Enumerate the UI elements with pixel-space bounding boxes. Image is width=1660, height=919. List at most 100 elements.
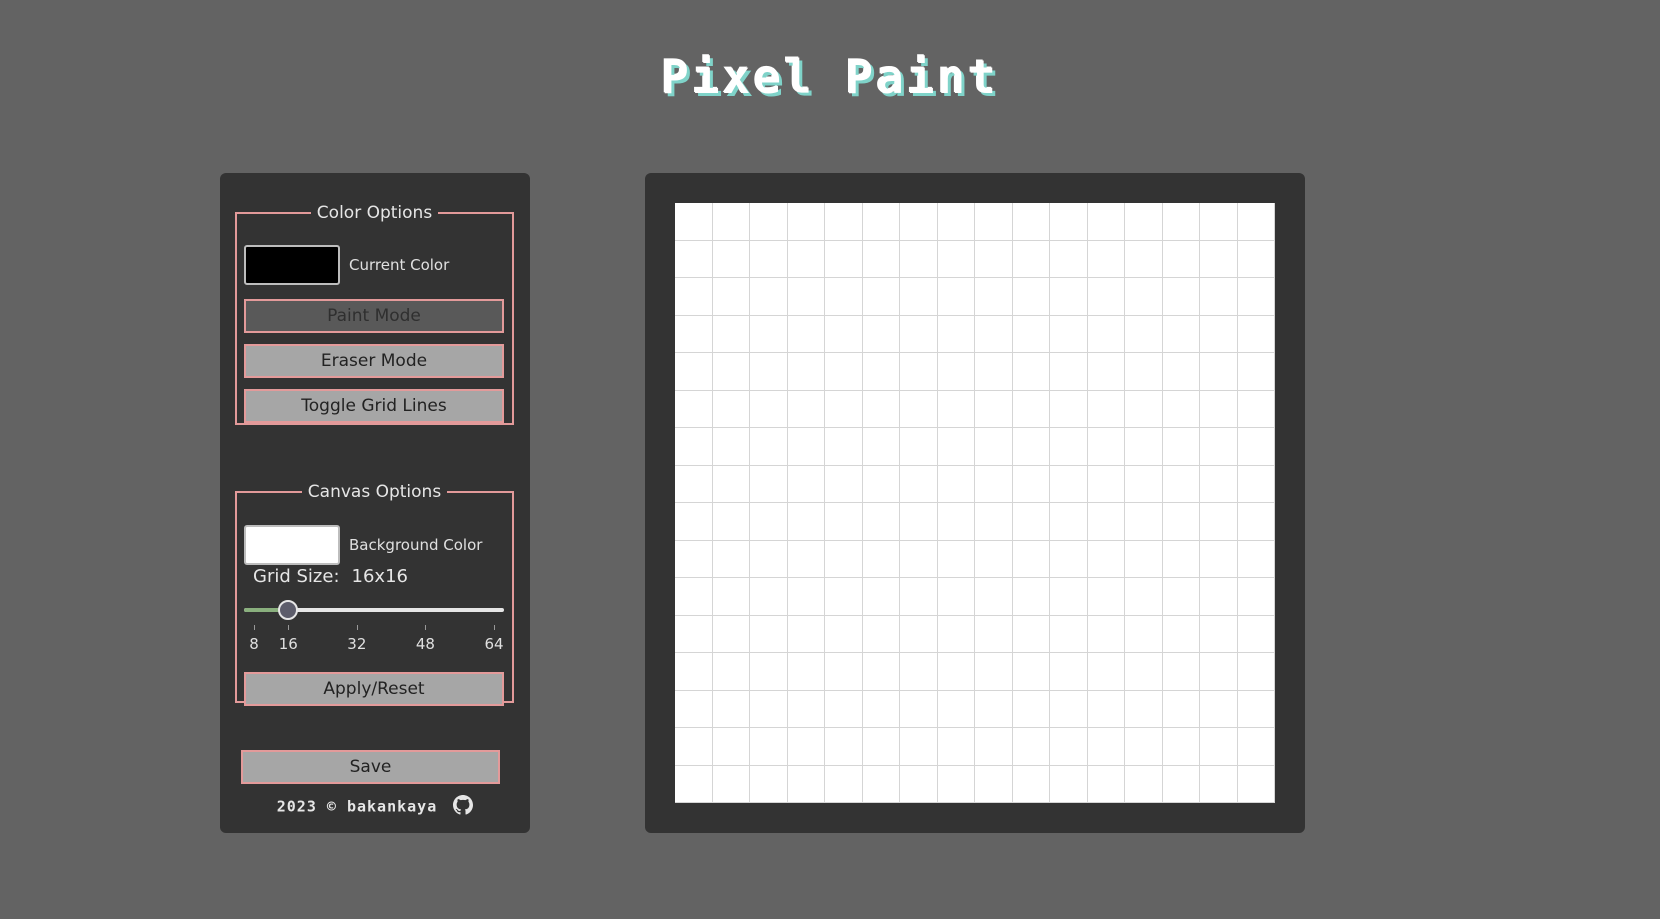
grid-cell[interactable]: [1087, 728, 1125, 766]
grid-cell[interactable]: [975, 728, 1013, 766]
grid-cell[interactable]: [1012, 615, 1050, 653]
grid-cell[interactable]: [675, 503, 713, 541]
grid-cell[interactable]: [1200, 653, 1238, 691]
grid-cell[interactable]: [750, 353, 788, 391]
grid-cell[interactable]: [1012, 765, 1050, 803]
grid-cell[interactable]: [750, 765, 788, 803]
grid-cell[interactable]: [862, 615, 900, 653]
grid-cell[interactable]: [787, 728, 825, 766]
grid-cell[interactable]: [1050, 503, 1088, 541]
grid-cell[interactable]: [675, 240, 713, 278]
slider-thumb[interactable]: [278, 600, 299, 620]
grid-cell[interactable]: [900, 503, 938, 541]
grid-cell[interactable]: [1050, 578, 1088, 616]
pixel-canvas[interactable]: [675, 203, 1275, 803]
grid-cell[interactable]: [787, 690, 825, 728]
grid-cell[interactable]: [1237, 503, 1275, 541]
grid-cell[interactable]: [1200, 240, 1238, 278]
grid-cell[interactable]: [900, 578, 938, 616]
grid-cell[interactable]: [1237, 203, 1275, 241]
grid-cell[interactable]: [712, 428, 750, 466]
grid-cell[interactable]: [862, 503, 900, 541]
grid-cell[interactable]: [1050, 240, 1088, 278]
grid-cell[interactable]: [1200, 428, 1238, 466]
grid-cell[interactable]: [1050, 428, 1088, 466]
grid-cell[interactable]: [750, 315, 788, 353]
grid-cell[interactable]: [750, 615, 788, 653]
grid-cell[interactable]: [787, 428, 825, 466]
grid-cell[interactable]: [900, 278, 938, 316]
grid-cell[interactable]: [1125, 540, 1163, 578]
grid-cell[interactable]: [1125, 728, 1163, 766]
grid-cell[interactable]: [1125, 240, 1163, 278]
grid-cell[interactable]: [675, 465, 713, 503]
grid-cell[interactable]: [1162, 465, 1200, 503]
grid-cell[interactable]: [675, 578, 713, 616]
grid-cell[interactable]: [1087, 690, 1125, 728]
grid-cell[interactable]: [1087, 390, 1125, 428]
grid-cell[interactable]: [862, 203, 900, 241]
grid-cell[interactable]: [825, 428, 863, 466]
grid-cell[interactable]: [675, 653, 713, 691]
grid-cell[interactable]: [900, 428, 938, 466]
grid-cell[interactable]: [1200, 465, 1238, 503]
grid-cell[interactable]: [1162, 315, 1200, 353]
grid-cell[interactable]: [750, 653, 788, 691]
grid-cell[interactable]: [712, 578, 750, 616]
grid-cell[interactable]: [787, 278, 825, 316]
grid-cell[interactable]: [712, 465, 750, 503]
grid-cell[interactable]: [675, 390, 713, 428]
grid-cell[interactable]: [862, 278, 900, 316]
grid-cell[interactable]: [787, 465, 825, 503]
grid-cell[interactable]: [825, 540, 863, 578]
grid-cell[interactable]: [787, 578, 825, 616]
grid-cell[interactable]: [1237, 578, 1275, 616]
grid-cell[interactable]: [937, 315, 975, 353]
grid-cell[interactable]: [1237, 653, 1275, 691]
grid-cell[interactable]: [825, 728, 863, 766]
grid-cell[interactable]: [750, 278, 788, 316]
grid-cell[interactable]: [937, 540, 975, 578]
grid-cell[interactable]: [712, 728, 750, 766]
grid-cell[interactable]: [675, 690, 713, 728]
grid-cell[interactable]: [1200, 690, 1238, 728]
grid-cell[interactable]: [1087, 615, 1125, 653]
grid-cell[interactable]: [1200, 315, 1238, 353]
grid-cell[interactable]: [1125, 315, 1163, 353]
grid-cell[interactable]: [1125, 278, 1163, 316]
grid-cell[interactable]: [1087, 653, 1125, 691]
grid-cell[interactable]: [1237, 390, 1275, 428]
grid-cell[interactable]: [825, 390, 863, 428]
grid-cell[interactable]: [1125, 653, 1163, 691]
grid-cell[interactable]: [712, 353, 750, 391]
grid-cell[interactable]: [787, 315, 825, 353]
grid-cell[interactable]: [1125, 465, 1163, 503]
grid-cell[interactable]: [1237, 728, 1275, 766]
grid-cell[interactable]: [825, 465, 863, 503]
grid-cell[interactable]: [1200, 503, 1238, 541]
grid-cell[interactable]: [862, 653, 900, 691]
grid-cell[interactable]: [975, 653, 1013, 691]
grid-cell[interactable]: [675, 203, 713, 241]
grid-cell[interactable]: [900, 390, 938, 428]
grid-cell[interactable]: [787, 203, 825, 241]
grid-cell[interactable]: [937, 653, 975, 691]
grid-cell[interactable]: [900, 653, 938, 691]
grid-cell[interactable]: [1200, 278, 1238, 316]
grid-cell[interactable]: [712, 765, 750, 803]
grid-cell[interactable]: [1200, 615, 1238, 653]
grid-cell[interactable]: [1012, 353, 1050, 391]
grid-cell[interactable]: [675, 278, 713, 316]
grid-cell[interactable]: [937, 690, 975, 728]
grid-cell[interactable]: [1237, 428, 1275, 466]
grid-cell[interactable]: [675, 728, 713, 766]
grid-cell[interactable]: [862, 728, 900, 766]
grid-cell[interactable]: [862, 765, 900, 803]
grid-cell[interactable]: [975, 240, 1013, 278]
grid-cell[interactable]: [862, 690, 900, 728]
grid-cell[interactable]: [825, 240, 863, 278]
grid-cell[interactable]: [1012, 540, 1050, 578]
grid-cell[interactable]: [1200, 203, 1238, 241]
grid-cell[interactable]: [1162, 503, 1200, 541]
paint-mode-button[interactable]: Paint Mode: [244, 299, 504, 333]
